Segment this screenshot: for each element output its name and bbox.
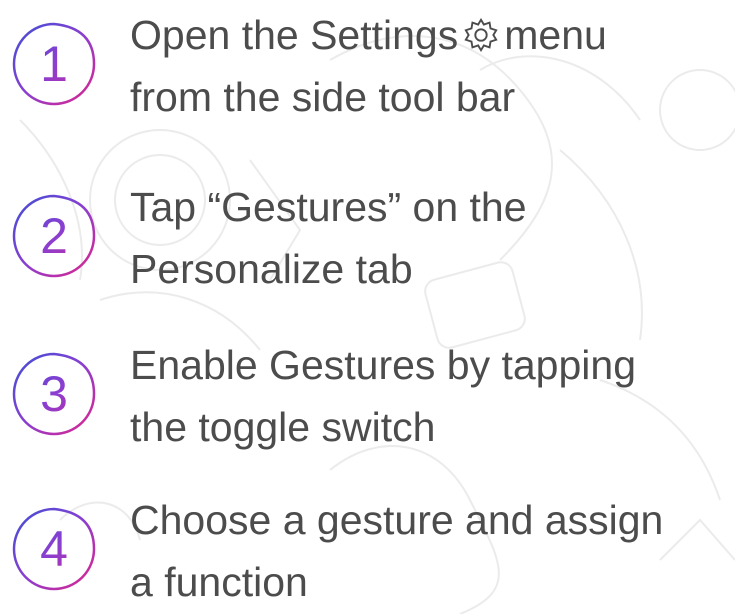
step-number: 4: [10, 505, 98, 593]
step-line-2: from the side tool bar: [130, 74, 516, 120]
gear-icon: [464, 17, 498, 53]
steps-list: 1 Open the Settings menu from the side to…: [0, 0, 735, 614]
step-text-part: menu: [504, 12, 607, 58]
step-instruction: Tap “Gestures” on the Personalize tab: [130, 176, 730, 300]
step-2: 2 Tap “Gestures” on the Personalize tab: [0, 172, 735, 322]
step-number: 2: [10, 192, 98, 280]
step-line-2: the toggle switch: [130, 404, 436, 450]
step-number-badge: 2: [10, 192, 98, 280]
step-3: 3 Enable Gestures by tapping the toggle …: [0, 330, 735, 480]
step-line-1: Choose a gesture and assign: [130, 497, 664, 543]
step-4: 4 Choose a gesture and assign a function: [0, 485, 735, 614]
step-line-1: Tap “Gestures” on the: [130, 184, 527, 230]
step-line-1: Open the Settings menu: [130, 4, 730, 66]
step-instruction: Enable Gestures by tapping the toggle sw…: [130, 334, 730, 458]
step-number-badge: 1: [10, 20, 98, 108]
step-line-2: a function: [130, 559, 308, 605]
step-instruction: Choose a gesture and assign a function: [130, 489, 730, 613]
step-number-badge: 4: [10, 505, 98, 593]
step-number: 3: [10, 350, 98, 438]
step-line-1: Enable Gestures by tapping: [130, 342, 636, 388]
step-line-2: Personalize tab: [130, 246, 413, 292]
step-number: 1: [10, 20, 98, 108]
step-1: 1 Open the Settings menu from the side to…: [0, 0, 735, 150]
step-instruction: Open the Settings menu from the side tool…: [130, 4, 730, 128]
step-text-part: Open the Settings: [130, 12, 459, 58]
step-number-badge: 3: [10, 350, 98, 438]
